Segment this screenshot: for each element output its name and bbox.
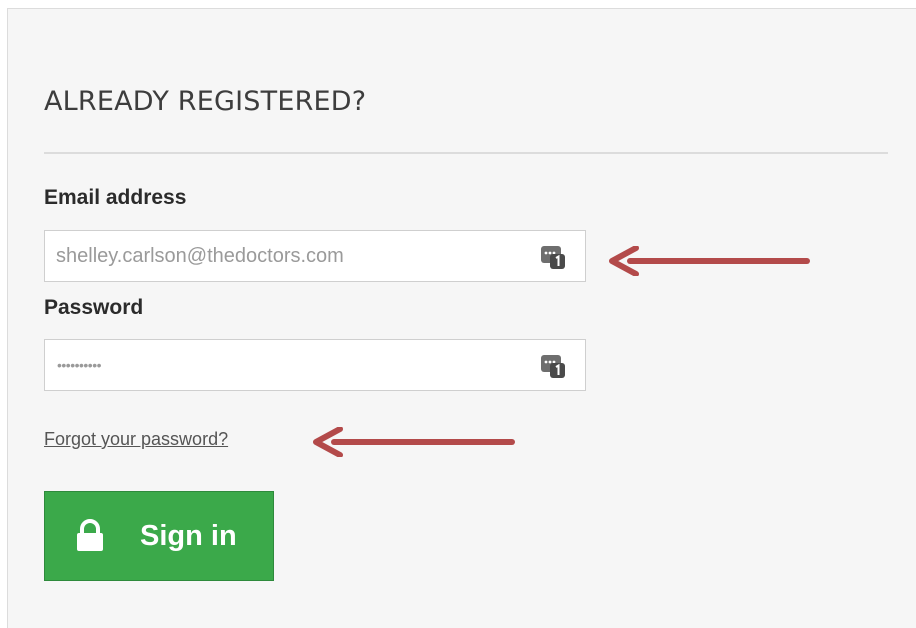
password-field[interactable]: ••••••••••	[44, 339, 586, 391]
password-label: Password	[44, 296, 144, 319]
email-value: shelley.carlson@thedoctors.com	[56, 245, 344, 267]
lock-icon	[77, 519, 103, 551]
arrow-left-icon	[313, 427, 515, 457]
password-manager-icon[interactable]	[541, 353, 565, 378]
sign-in-label: Sign in	[140, 520, 237, 552]
email-label: Email address	[44, 186, 187, 209]
page-title: ALREADY REGISTERED?	[44, 86, 367, 117]
sign-in-button[interactable]: Sign in	[44, 491, 274, 581]
password-manager-icon[interactable]	[541, 244, 565, 269]
heading-divider	[44, 152, 888, 154]
forgot-password-link[interactable]: Forgot your password?	[44, 427, 228, 451]
arrow-left-icon	[609, 246, 810, 276]
password-value: ••••••••••	[57, 357, 102, 373]
email-field[interactable]: shelley.carlson@thedoctors.com	[44, 230, 586, 282]
